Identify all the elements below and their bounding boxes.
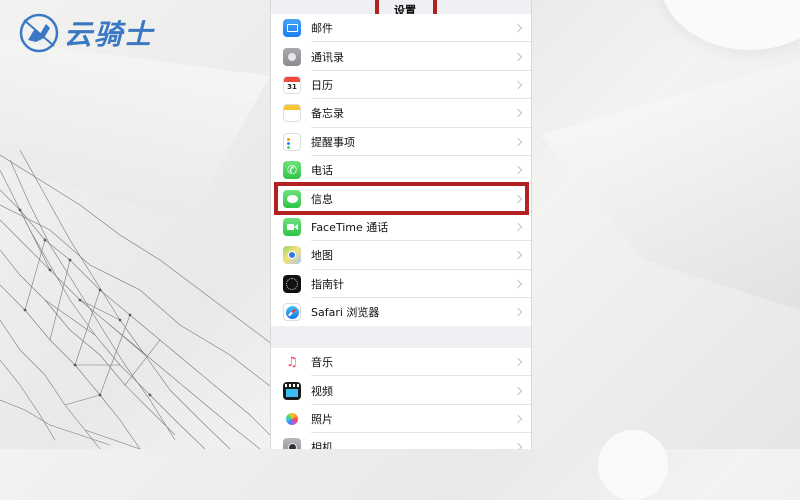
camera-icon bbox=[283, 438, 301, 449]
settings-screen: 设置 邮件 通讯录 日历 备忘录 提醒事项 电话 bbox=[270, 0, 532, 449]
settings-row-label: 视频 bbox=[311, 384, 333, 398]
wireframe-mesh-decoration bbox=[0, 150, 280, 449]
settings-row-facetime[interactable]: FaceTime 通话 bbox=[271, 213, 531, 242]
settings-row-label: FaceTime 通话 bbox=[311, 220, 389, 234]
settings-row-phone[interactable]: 电话 bbox=[271, 156, 531, 185]
background-circle bbox=[598, 430, 668, 500]
knight-logo-icon bbox=[19, 13, 59, 53]
brand-logo: 云骑士 bbox=[18, 12, 154, 54]
photos-icon bbox=[283, 409, 301, 428]
maps-icon bbox=[283, 246, 301, 265]
settings-row-label: 照片 bbox=[311, 412, 333, 426]
settings-row-maps[interactable]: 地图 bbox=[271, 241, 531, 270]
settings-row-compass[interactable]: 指南针 bbox=[271, 270, 531, 299]
settings-row-notes[interactable]: 备忘录 bbox=[271, 99, 531, 128]
settings-row-music[interactable]: 音乐 bbox=[271, 348, 531, 377]
settings-row-label: Safari 浏览器 bbox=[311, 306, 380, 320]
settings-list-media: 音乐 视频 照片 相机 bbox=[271, 348, 531, 449]
settings-row-label: 通讯录 bbox=[311, 50, 344, 64]
compass-icon bbox=[283, 274, 301, 293]
safari-icon bbox=[283, 303, 301, 322]
settings-row-label: 地图 bbox=[311, 249, 333, 263]
background-shape bbox=[540, 60, 800, 310]
settings-row-mail[interactable]: 邮件 bbox=[271, 14, 531, 43]
settings-row-camera[interactable]: 相机 bbox=[271, 433, 531, 449]
settings-row-label: 电话 bbox=[311, 164, 333, 178]
calendar-icon bbox=[283, 75, 301, 94]
background-circle bbox=[660, 0, 800, 50]
settings-row-label: 日历 bbox=[311, 78, 333, 92]
settings-row-label: 音乐 bbox=[311, 356, 333, 370]
settings-row-videos[interactable]: 视频 bbox=[271, 376, 531, 406]
settings-row-photos[interactable]: 照片 bbox=[271, 405, 531, 434]
music-icon bbox=[283, 353, 301, 372]
facetime-icon bbox=[283, 217, 301, 236]
reminders-icon bbox=[283, 132, 301, 151]
contacts-icon bbox=[283, 47, 301, 66]
settings-row-label: 相机 bbox=[311, 441, 333, 449]
settings-row-label: 邮件 bbox=[311, 22, 333, 36]
settings-list-apps: 邮件 通讯录 日历 备忘录 提醒事项 电话 bbox=[271, 14, 531, 327]
notes-icon bbox=[283, 104, 301, 123]
videos-icon bbox=[283, 381, 301, 400]
mail-icon bbox=[283, 19, 301, 38]
brand-name: 云骑士 bbox=[64, 18, 155, 51]
settings-row-label: 备忘录 bbox=[311, 107, 344, 121]
settings-row-reminders[interactable]: 提醒事项 bbox=[271, 128, 531, 157]
settings-row-safari[interactable]: Safari 浏览器 bbox=[271, 298, 531, 326]
settings-row-label: 提醒事项 bbox=[311, 135, 355, 149]
settings-row-calendar[interactable]: 日历 bbox=[271, 71, 531, 100]
settings-row-label: 指南针 bbox=[311, 277, 344, 291]
phone-icon bbox=[283, 161, 301, 180]
messages-highlight-box bbox=[274, 182, 529, 215]
settings-row-contacts[interactable]: 通讯录 bbox=[271, 42, 531, 72]
